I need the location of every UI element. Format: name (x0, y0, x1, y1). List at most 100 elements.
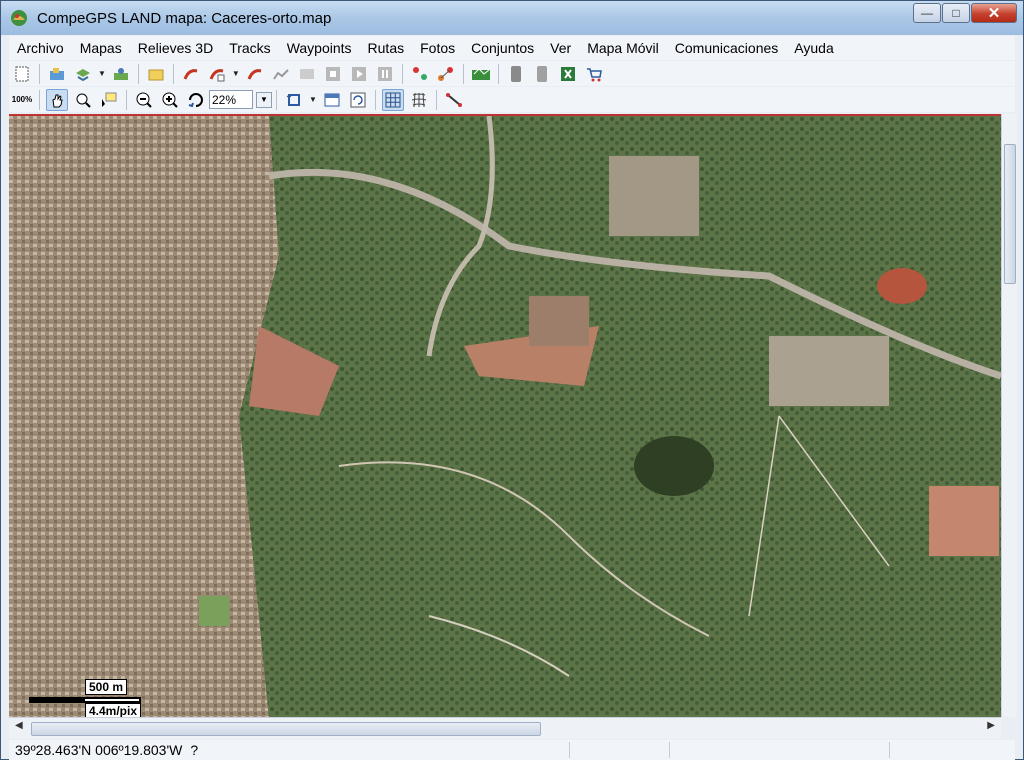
horizontal-scrollbar[interactable]: ◀ ▶ (9, 717, 1001, 739)
menu-mapas[interactable]: Mapas (72, 40, 130, 56)
app-icon[interactable] (9, 8, 29, 28)
track-profile-button[interactable] (270, 63, 292, 85)
zoom-in-icon (162, 92, 178, 108)
track-edit-button[interactable] (244, 63, 266, 85)
toolbar-separator (39, 63, 40, 84)
3d-view-icon (471, 67, 490, 80)
menu-fotos[interactable]: Fotos (412, 40, 463, 56)
view-toolbar: 100% 22% ▼ ▼ (9, 87, 1015, 112)
status-panel (669, 742, 670, 758)
new-map-icon (15, 66, 29, 81)
track-open-button[interactable] (180, 63, 202, 85)
maximize-button[interactable]: □ (942, 3, 970, 23)
rotate-dropdown[interactable]: ▼ (309, 95, 317, 104)
minimize-button[interactable]: — (913, 3, 941, 23)
gps-receive-icon (536, 65, 547, 82)
scroll-right-icon[interactable]: ▶ (987, 720, 995, 731)
stop-button[interactable] (322, 63, 344, 85)
satellite-icon (113, 67, 128, 80)
window-controls: — □ ✕ (912, 3, 1017, 23)
scale-segment (31, 699, 85, 701)
map-layers-button[interactable] (72, 63, 94, 85)
satellite-button[interactable] (110, 63, 132, 85)
menu-conjuntos[interactable]: Conjuntos (463, 40, 542, 56)
zoom-100-icon: 100% (11, 95, 33, 104)
menu-relieves-3d[interactable]: Relieves 3D (130, 40, 221, 56)
close-button[interactable]: ✕ (971, 3, 1017, 23)
geo-grid-button[interactable] (408, 89, 430, 111)
folder-button[interactable] (145, 63, 167, 85)
menu-mapa-movil[interactable]: Mapa Móvil (579, 40, 667, 56)
horizontal-scroll-thumb[interactable] (31, 722, 541, 736)
open-map-button[interactable] (46, 63, 68, 85)
grid-button[interactable] (381, 88, 404, 111)
pan-hand-button[interactable] (46, 88, 68, 111)
menu-waypoints[interactable]: Waypoints (279, 40, 360, 56)
zoom-out-button[interactable] (133, 89, 155, 111)
scroll-left-icon[interactable]: ◀ (15, 720, 23, 731)
refresh-button[interactable] (347, 89, 369, 111)
toolbar-separator (497, 63, 499, 84)
toolbar-separator (462, 63, 464, 84)
menu-rutas[interactable]: Rutas (360, 40, 413, 56)
gps-receive-button[interactable] (531, 63, 553, 85)
map-layers-icon (76, 68, 90, 81)
menu-archivo[interactable]: Archivo (9, 40, 72, 56)
track-dropdown[interactable]: ▼ (232, 69, 240, 78)
zoom-level-select[interactable]: 22% (209, 90, 253, 109)
scale-resolution: 4.4m/pix (85, 703, 142, 717)
track-profile-icon (273, 68, 289, 80)
zoom-level-value: 22% (212, 92, 237, 107)
track-new-button[interactable] (206, 63, 228, 85)
zoom-100-button[interactable]: 100% (11, 89, 33, 111)
minimize-icon: — (921, 6, 933, 20)
menu-ayuda[interactable]: Ayuda (786, 40, 841, 56)
menu-bar: Archivo Mapas Relieves 3D Tracks Waypoin… (9, 36, 1015, 60)
toolbar-separator (435, 89, 437, 110)
chevron-down-icon: ▼ (260, 95, 268, 104)
zoom-all-icon (188, 92, 203, 107)
new-map-button[interactable] (11, 63, 33, 85)
select-tool-button[interactable] (98, 89, 120, 111)
vertical-scroll-thumb[interactable] (1004, 144, 1016, 284)
excel-icon (560, 66, 575, 81)
menu-ver[interactable]: Ver (542, 40, 579, 56)
menu-comunicaciones[interactable]: Comunicaciones (667, 40, 787, 56)
map-layers-dropdown[interactable]: ▼ (98, 69, 106, 78)
menu-tracks[interactable]: Tracks (221, 40, 278, 56)
map-view[interactable]: 500 m 4.4m/pix (9, 114, 1001, 717)
zoom-all-button[interactable] (185, 89, 207, 111)
toolbar-separator (172, 63, 174, 84)
shop-icon (586, 67, 602, 81)
zoom-tool-button[interactable] (72, 89, 94, 111)
image-button[interactable] (296, 63, 318, 85)
measure-button[interactable] (443, 89, 465, 111)
pause-button[interactable] (374, 63, 396, 85)
status-bar: 39º28.463'N 006º19.803'W ? (9, 740, 1015, 760)
image-icon (299, 68, 314, 79)
3d-view-button[interactable] (470, 63, 492, 85)
measure-icon (445, 92, 462, 107)
gps-send-icon (510, 65, 521, 82)
application-window: CompeGPS LAND mapa: Caceres-orto.map — □… (0, 0, 1024, 760)
gps-send-button[interactable] (505, 63, 527, 85)
zoom-in-button[interactable] (159, 89, 181, 111)
play-button[interactable] (348, 63, 370, 85)
zoom-level-dropdown[interactable]: ▼ (256, 91, 272, 108)
layer-button[interactable] (321, 89, 343, 111)
waypoint-button[interactable] (409, 63, 431, 85)
window-title: CompeGPS LAND mapa: Caceres-orto.map (37, 9, 332, 27)
cursor-coordinates: 39º28.463'N 006º19.803'W (15, 742, 183, 758)
orthophoto-map (9, 116, 1001, 717)
shop-button[interactable] (583, 63, 605, 85)
title-bar[interactable]: CompeGPS LAND mapa: Caceres-orto.map — □… (1, 1, 1023, 35)
toolbar-separator (137, 63, 139, 84)
status-panel (889, 742, 890, 758)
route-button[interactable] (435, 63, 457, 85)
excel-button[interactable] (557, 63, 579, 85)
rotate-button[interactable] (283, 89, 305, 111)
vertical-scrollbar[interactable] (1001, 114, 1017, 717)
main-toolbar: ▼ ▼ (9, 61, 1015, 86)
toolbar-separator (39, 89, 40, 110)
track-new-icon (209, 68, 225, 81)
